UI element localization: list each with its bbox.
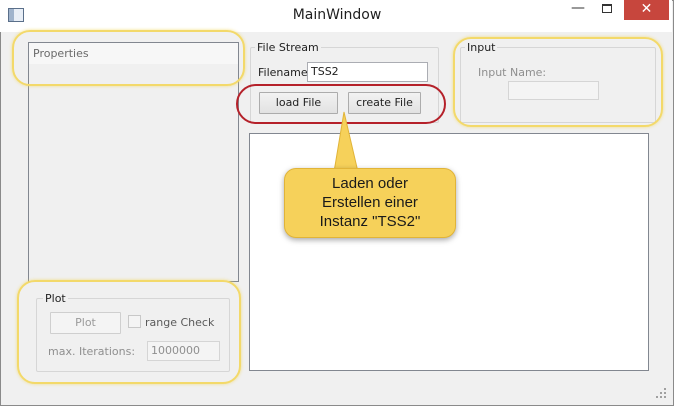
- plot-highlight: [17, 280, 241, 384]
- input-highlight: [453, 37, 663, 127]
- properties-highlight: [12, 30, 245, 86]
- close-button[interactable]: ✕: [624, 0, 669, 20]
- file-stream-group-label: File Stream: [255, 41, 321, 54]
- filename-label: Filename:: [258, 66, 312, 79]
- maximize-button[interactable]: [594, 0, 622, 20]
- close-icon: ✕: [640, 1, 653, 17]
- minimize-icon: —: [571, 0, 585, 16]
- callout-text: Laden oder Erstellen einer Instanz "TSS2…: [319, 175, 421, 230]
- filename-field[interactable]: TSS2: [307, 62, 428, 82]
- resize-grip-icon[interactable]: [654, 386, 668, 400]
- maximize-icon: [602, 4, 612, 13]
- minimize-button[interactable]: —: [564, 0, 592, 20]
